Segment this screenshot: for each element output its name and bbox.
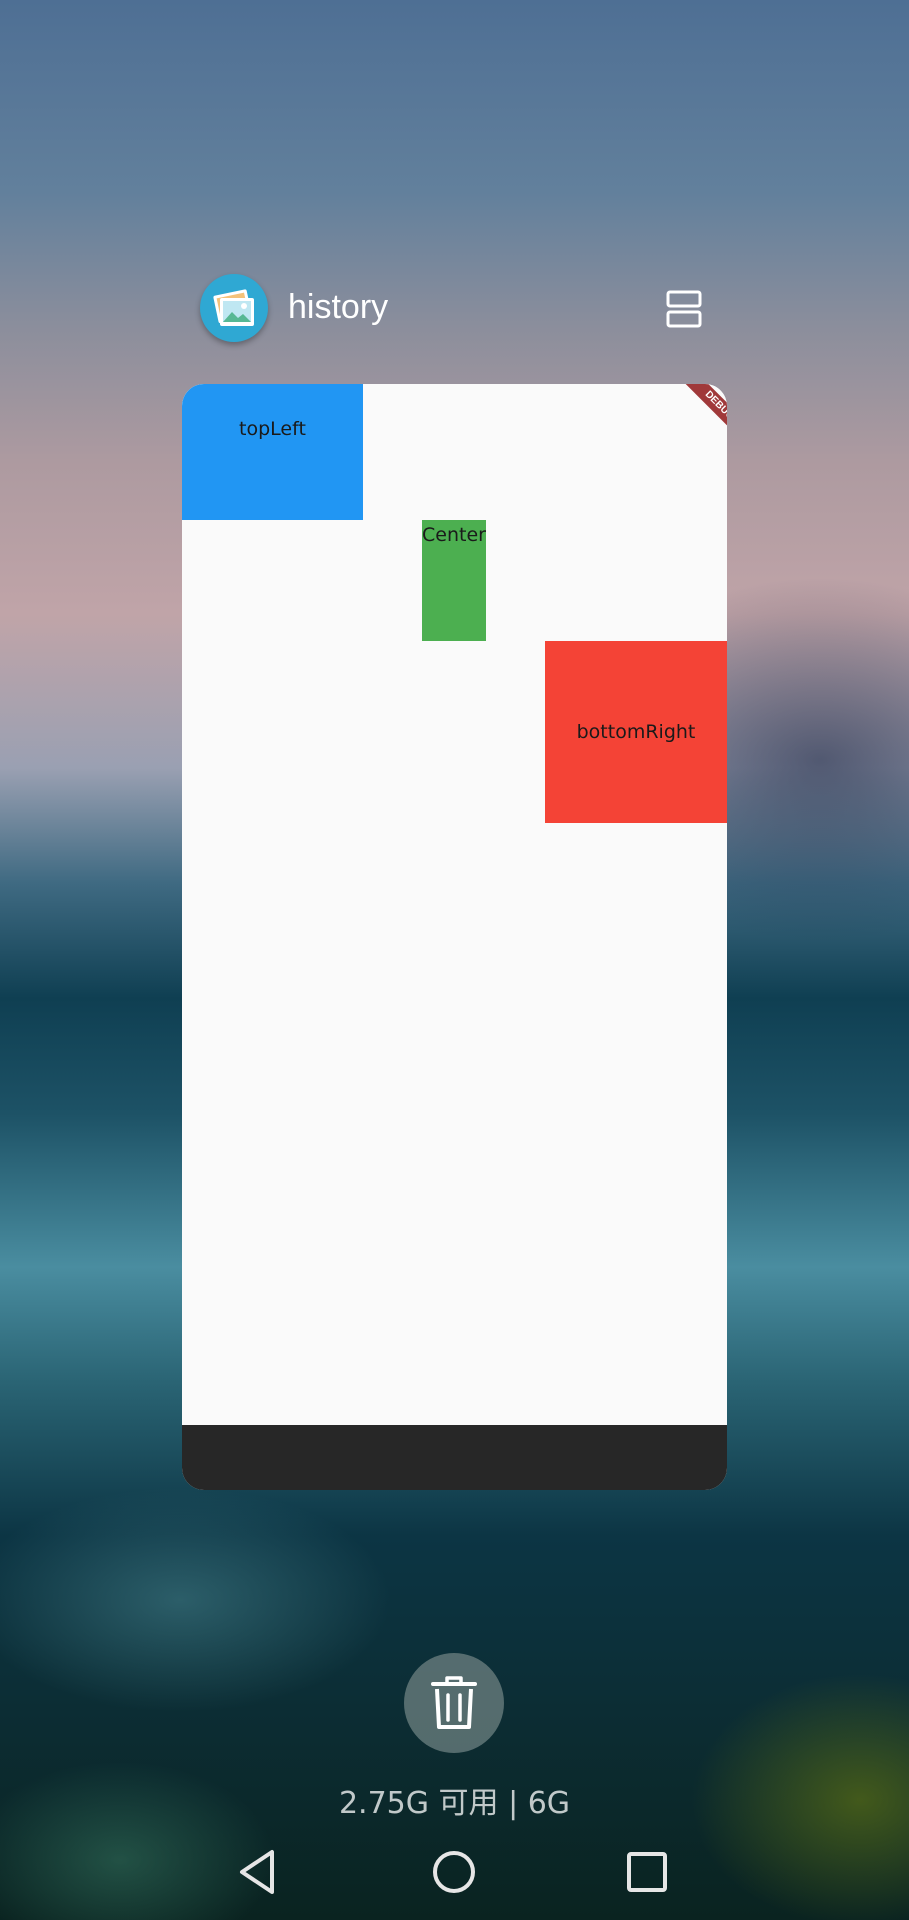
top-left-label: topLeft <box>239 418 306 440</box>
debug-banner-label: DEBUG <box>681 384 727 430</box>
home-button[interactable] <box>424 1842 484 1902</box>
gallery-icon[interactable] <box>200 274 268 342</box>
debug-banner: DEBUG <box>681 384 727 430</box>
top-left-box: topLeft <box>182 384 363 520</box>
recents-screen: history topLeft Center bottomRight DEBUG <box>0 0 909 1920</box>
clear-all-button[interactable] <box>404 1653 504 1753</box>
app-title: history <box>288 288 389 326</box>
preview-navigation-bar <box>182 1425 727 1490</box>
recent-app-card[interactable]: topLeft Center bottomRight DEBUG <box>182 384 727 1490</box>
system-navigation-bar <box>0 1826 909 1920</box>
split-screen-icon[interactable] <box>666 290 702 328</box>
home-circle-icon <box>433 1851 475 1893</box>
recents-button[interactable] <box>617 1842 677 1902</box>
memory-status: 2.75G 可用 | 6G <box>338 1786 571 1821</box>
back-button[interactable] <box>230 1842 290 1902</box>
bottom-right-box: bottomRight <box>545 641 727 823</box>
center-box: Center <box>422 520 486 641</box>
card-header: history <box>200 272 710 344</box>
back-triangle-icon <box>240 1850 274 1894</box>
app-preview: topLeft Center bottomRight DEBUG <box>182 384 727 1425</box>
trash-icon <box>431 1676 477 1729</box>
recents-square-icon <box>627 1852 667 1892</box>
center-label: Center <box>422 524 486 546</box>
bottom-right-label: bottomRight <box>576 721 696 743</box>
